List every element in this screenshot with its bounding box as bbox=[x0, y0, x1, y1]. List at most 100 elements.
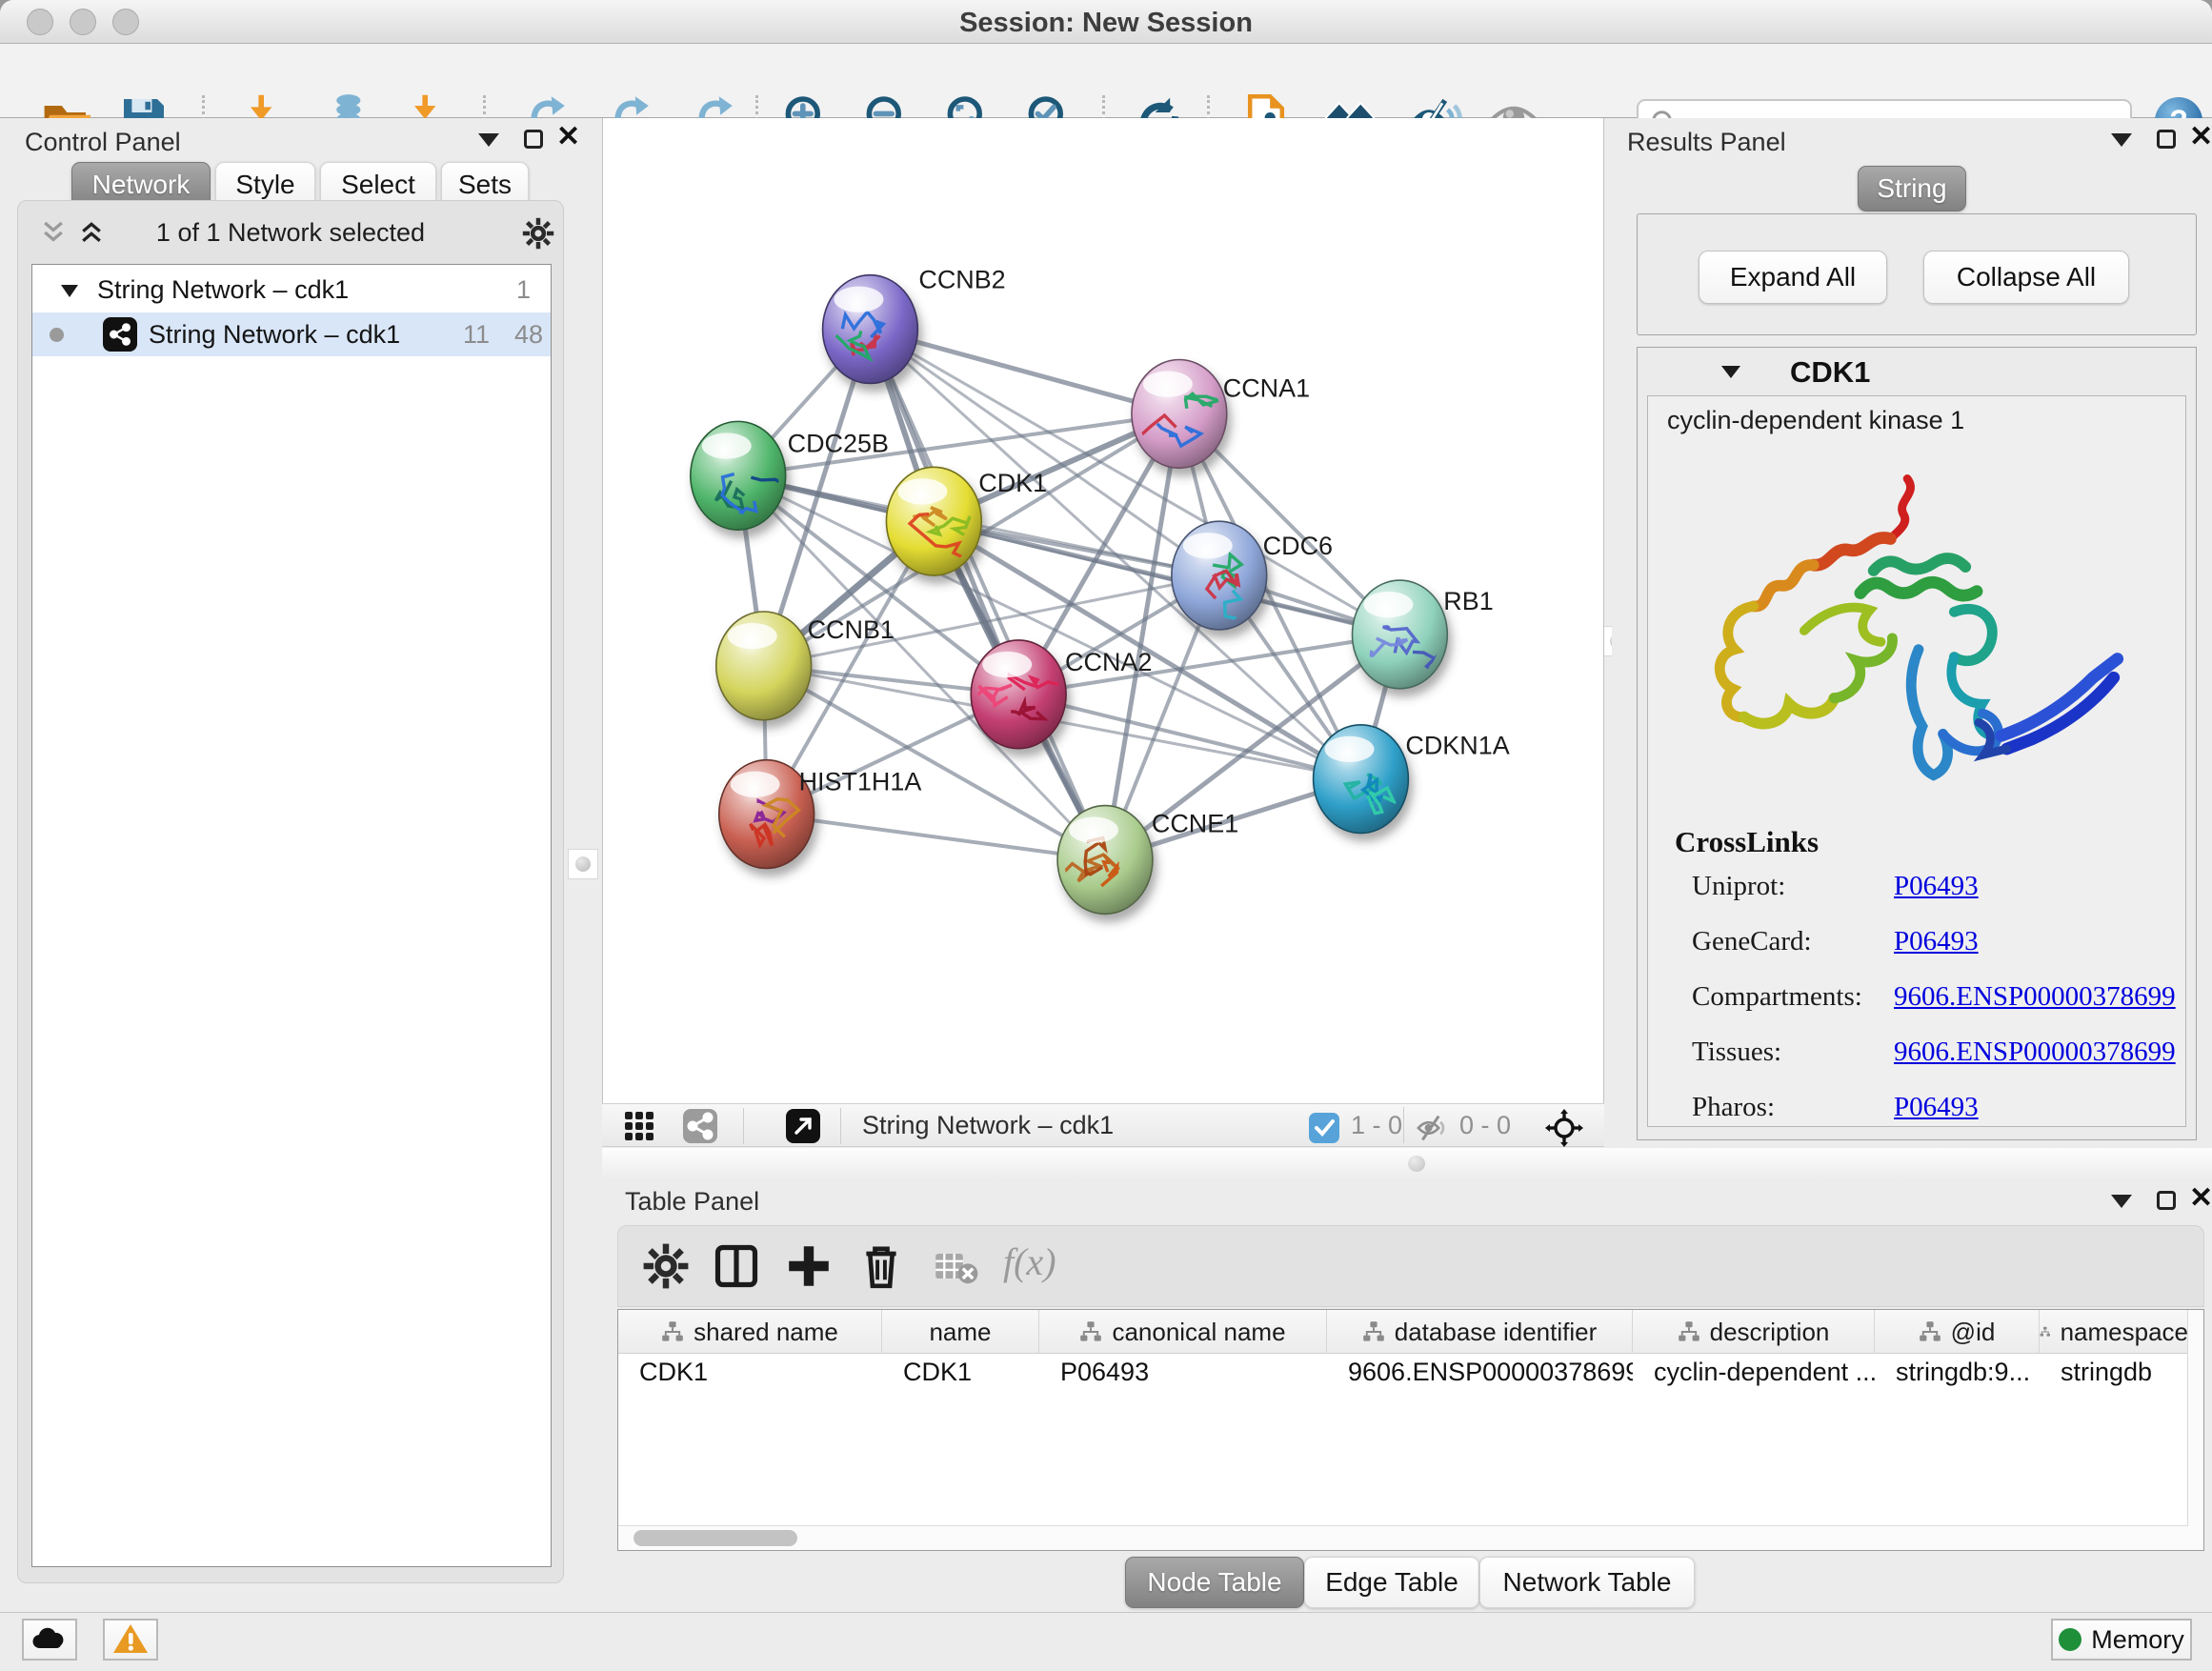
crosslink-link[interactable]: 9606.ENSP00000378699 bbox=[1894, 981, 2176, 1013]
network-collection-row[interactable]: String Network – cdk1 1 bbox=[32, 269, 551, 312]
main-toolbar: ? bbox=[0, 44, 2212, 118]
network-node-RB1[interactable]: RB1 bbox=[1353, 580, 1494, 689]
warning-icon bbox=[112, 1622, 149, 1655]
table-vertical-scrollbar[interactable] bbox=[2187, 1310, 2203, 1550]
table-cell[interactable]: stringdb:9... bbox=[1875, 1358, 2040, 1398]
plus-icon bbox=[784, 1241, 834, 1291]
node-label-CCNA1: CCNA1 bbox=[1223, 373, 1310, 402]
network-canvas[interactable]: CCNB2CCNA1CDC25BCDK1CDC6RB1CCNB1CCNA2CDK… bbox=[602, 118, 1604, 1103]
delete-column-button[interactable] bbox=[855, 1239, 908, 1293]
window-title: Session: New Session bbox=[0, 8, 2212, 39]
delete-table-button[interactable] bbox=[929, 1239, 982, 1293]
title-bar: Session: New Session bbox=[0, 0, 2212, 44]
tab-edge-table[interactable]: Edge Table bbox=[1304, 1557, 1479, 1608]
edge-count: 48 bbox=[514, 320, 543, 350]
column-header[interactable]: shared name bbox=[618, 1310, 882, 1354]
column-header[interactable]: @id bbox=[1875, 1310, 2040, 1354]
show-columns-button[interactable] bbox=[710, 1239, 763, 1293]
memory-label: Memory bbox=[2091, 1625, 2184, 1654]
left-splitter-handle[interactable] bbox=[568, 849, 598, 879]
gene-section-header[interactable]: CDK1 bbox=[1638, 348, 2196, 393]
crosslink-row: Compartments: 9606.ENSP00000378699 bbox=[1692, 981, 2168, 1029]
scrollbar-thumb[interactable] bbox=[633, 1530, 797, 1546]
network-tree: String Network – cdk1 1 String Network –… bbox=[31, 264, 552, 1567]
gene-details: cyclin-dependent kinase 1 bbox=[1647, 395, 2186, 1127]
toolbar-separator bbox=[743, 1108, 744, 1144]
tab-network-table[interactable]: Network Table bbox=[1479, 1557, 1695, 1608]
gear-icon bbox=[521, 216, 555, 251]
tab-string[interactable]: String bbox=[1858, 166, 1966, 211]
horizontal-splitter[interactable] bbox=[602, 1148, 2212, 1179]
dropdown-arrow-icon bbox=[2111, 133, 2132, 147]
float-window-icon bbox=[2157, 1191, 2176, 1210]
network-node-CCNE1[interactable]: CCNE1 bbox=[1057, 806, 1238, 915]
table-panel-title: Table Panel bbox=[625, 1187, 759, 1217]
crosslink-link[interactable]: P06493 bbox=[1894, 926, 1979, 957]
node-label-CDC6: CDC6 bbox=[1263, 532, 1333, 560]
network-view-button[interactable] bbox=[682, 1108, 718, 1147]
table-cell[interactable]: cyclin-dependent ... bbox=[1633, 1358, 1875, 1398]
table-cell[interactable]: CDK1 bbox=[882, 1358, 1039, 1398]
tab-node-table[interactable]: Node Table bbox=[1125, 1557, 1304, 1608]
control-panel-title: Control Panel bbox=[25, 128, 181, 157]
network-node-CDKN1A[interactable]: CDKN1A bbox=[1314, 725, 1510, 834]
node-count: 11 bbox=[463, 320, 490, 350]
control-panel-menu-button[interactable] bbox=[478, 133, 499, 150]
network-selection-status: 1 of 1 Network selected bbox=[18, 218, 563, 248]
dropdown-arrow-icon bbox=[478, 133, 499, 147]
table-panel-menu-button[interactable] bbox=[2111, 1195, 2132, 1211]
warnings-button[interactable] bbox=[103, 1619, 158, 1661]
grid-view-button[interactable] bbox=[623, 1110, 655, 1145]
control-panel-close-button[interactable]: ✕ bbox=[556, 128, 580, 149]
network-label: String Network – cdk1 bbox=[149, 320, 400, 350]
collection-count: 1 bbox=[516, 275, 531, 305]
results-panel-float-button[interactable] bbox=[2157, 130, 2176, 151]
horizontal-splitter-handle[interactable] bbox=[1408, 1156, 1425, 1172]
create-column-button[interactable] bbox=[782, 1239, 835, 1293]
table-cell[interactable]: 9606.ENSP00000378699 bbox=[1327, 1358, 1633, 1398]
network-node-CCNB2[interactable]: CCNB2 bbox=[823, 266, 1006, 384]
crosslink-label: Uniprot: bbox=[1692, 871, 1785, 901]
results-panel-close-button[interactable]: ✕ bbox=[2189, 128, 2212, 149]
selected-checkbox-icon[interactable] bbox=[1309, 1113, 1339, 1143]
column-header[interactable]: namespace bbox=[2040, 1310, 2188, 1354]
network-node-HIST1H1A[interactable]: HIST1H1A bbox=[719, 760, 922, 869]
column-header[interactable]: database identifier bbox=[1327, 1310, 1633, 1354]
expand-all-button[interactable]: Expand All bbox=[1699, 251, 1887, 304]
crosslink-link[interactable]: 9606.ENSP00000378699 bbox=[1894, 1037, 2176, 1068]
gene-description: cyclin-dependent kinase 1 bbox=[1667, 406, 1964, 435]
crosslink-link[interactable]: P06493 bbox=[1894, 1092, 1979, 1123]
cloud-icon bbox=[30, 1625, 69, 1652]
network-node-CCNA1[interactable]: CCNA1 bbox=[1117, 360, 1310, 469]
function-builder-button[interactable]: f(x) bbox=[1003, 1239, 1056, 1284]
hidden-eye-slash-icon bbox=[1416, 1113, 1450, 1148]
birds-eye-view-button[interactable] bbox=[785, 1108, 821, 1147]
column-header[interactable]: name bbox=[882, 1310, 1039, 1354]
table-horizontal-scrollbar[interactable] bbox=[618, 1525, 2188, 1550]
crosslink-row: Tissues: 9606.ENSP00000378699 bbox=[1692, 1037, 2168, 1084]
network-node-CDC6[interactable]: CDC6 bbox=[1172, 521, 1333, 636]
column-header[interactable]: canonical name bbox=[1039, 1310, 1327, 1354]
table-panel-float-button[interactable] bbox=[2157, 1191, 2176, 1213]
current-network-dot-icon bbox=[50, 328, 64, 342]
table-options-button[interactable] bbox=[639, 1239, 693, 1293]
network-node-CDK1[interactable]: CDK1 bbox=[886, 467, 1047, 575]
delete-table-icon bbox=[931, 1241, 980, 1291]
collapse-all-button[interactable]: Collapse All bbox=[1923, 251, 2129, 304]
memory-button[interactable]: Memory bbox=[2051, 1619, 2192, 1661]
close-icon: ✕ bbox=[2189, 1182, 2212, 1214]
table-panel-close-button[interactable]: ✕ bbox=[2189, 1189, 2212, 1210]
table-cell[interactable]: stringdb bbox=[2040, 1358, 2188, 1398]
table-cell[interactable]: CDK1 bbox=[618, 1358, 882, 1398]
cloud-status-button[interactable] bbox=[22, 1619, 77, 1661]
network-options-button[interactable] bbox=[521, 216, 555, 253]
results-panel-menu-button[interactable] bbox=[2111, 133, 2132, 150]
crosslink-link[interactable]: P06493 bbox=[1894, 871, 1979, 902]
column-type-icon bbox=[1678, 1320, 1700, 1343]
pan-mode-button[interactable] bbox=[1545, 1109, 1583, 1150]
table-cell[interactable]: P06493 bbox=[1039, 1358, 1327, 1398]
control-panel-float-button[interactable] bbox=[524, 130, 543, 151]
float-window-icon bbox=[524, 130, 543, 149]
network-row-selected[interactable]: String Network – cdk1 11 48 bbox=[32, 312, 551, 356]
column-header[interactable]: description bbox=[1633, 1310, 1875, 1354]
